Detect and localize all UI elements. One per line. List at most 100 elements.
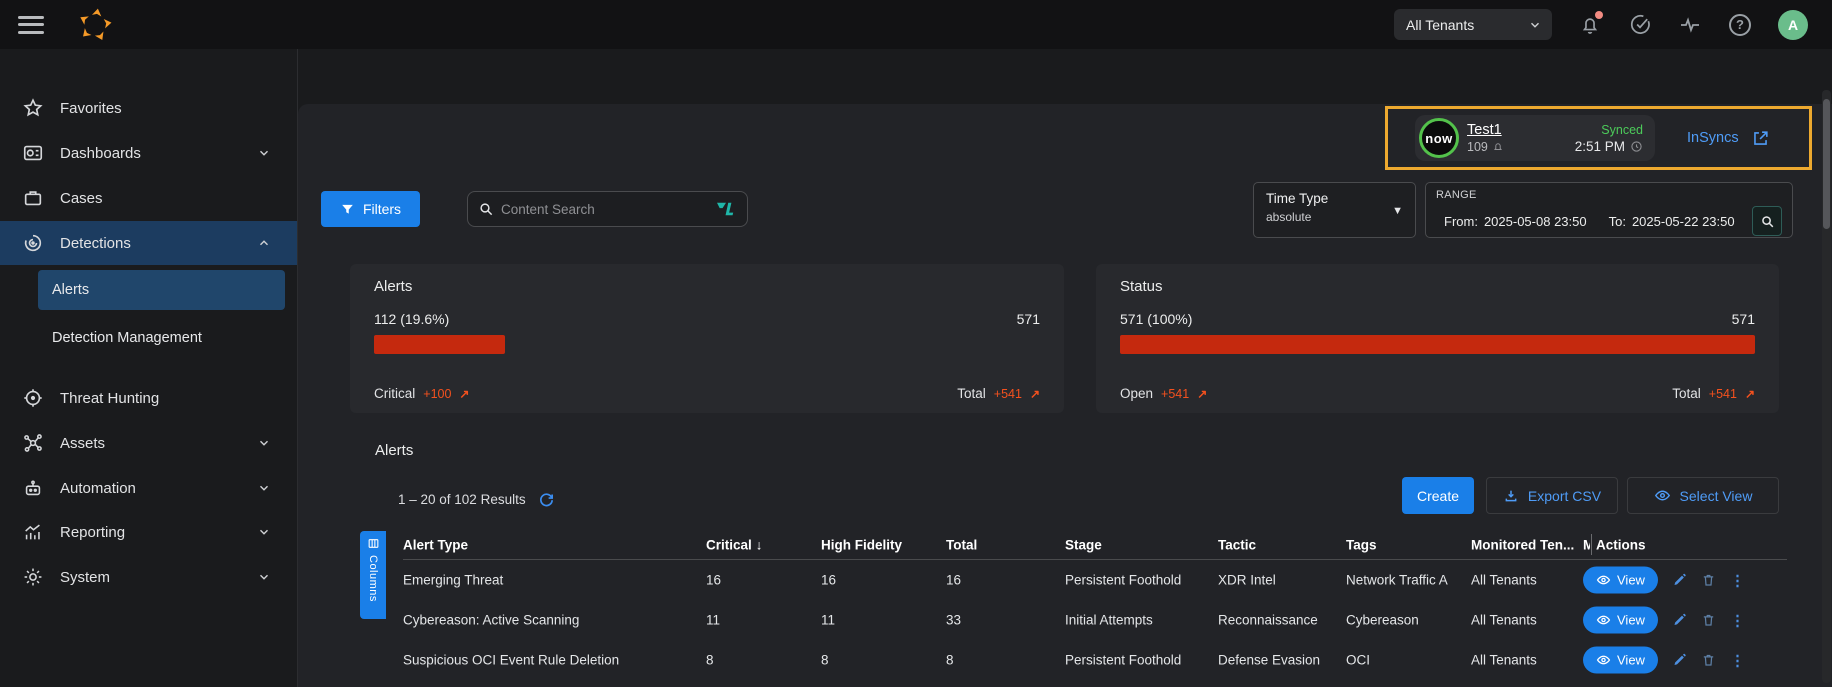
- sidebar-item-assets[interactable]: Assets: [0, 421, 297, 465]
- export-csv-button[interactable]: Export CSV: [1486, 477, 1618, 514]
- sync-count-value: 109: [1467, 140, 1488, 154]
- refresh-icon[interactable]: [538, 491, 555, 508]
- page-scrollbar: [1822, 90, 1831, 683]
- download-icon: [1503, 488, 1519, 504]
- filters-button-label: Filters: [363, 201, 401, 217]
- sync-name-link[interactable]: Test1: [1467, 122, 1504, 138]
- time-range-control[interactable]: RANGE From: 2025-05-08 23:50 To: 2025-05…: [1425, 182, 1793, 238]
- sidebar-subitem-alerts[interactable]: Alerts: [38, 270, 285, 310]
- select-view-button[interactable]: Select View: [1627, 477, 1779, 514]
- sidebar-item-cases[interactable]: Cases: [0, 176, 297, 220]
- sidebar-item-system[interactable]: System: [0, 555, 297, 599]
- export-csv-label: Export CSV: [1528, 488, 1601, 504]
- sidebar-item-favorites[interactable]: Favorites: [0, 86, 297, 130]
- insyncs-link[interactable]: InSyncs: [1687, 130, 1739, 146]
- sidebar-item-threat-hunting[interactable]: Threat Hunting: [0, 376, 297, 420]
- sidebar-item-automation[interactable]: Automation: [0, 466, 297, 510]
- edit-pencil-icon[interactable]: [1672, 573, 1687, 588]
- dropdown-arrow-icon: ▼: [1392, 205, 1403, 217]
- scrollbar-thumb[interactable]: [1823, 99, 1830, 229]
- range-from-value[interactable]: 2025-05-08 23:50: [1484, 214, 1587, 229]
- pinned-column-divider: [1591, 534, 1592, 555]
- filters-button[interactable]: Filters: [321, 191, 420, 227]
- edit-pencil-icon[interactable]: [1672, 653, 1687, 668]
- avatar-initial: A: [1788, 17, 1798, 33]
- tenant-selector-value: All Tenants: [1406, 17, 1474, 33]
- trend-up-icon: ↗: [1030, 387, 1040, 401]
- tasks-check-icon[interactable]: [1628, 13, 1652, 37]
- header-monitored-tenants[interactable]: Monitored Ten...: [1471, 537, 1577, 552]
- range-to-value[interactable]: 2025-05-22 23:50: [1632, 214, 1735, 229]
- cell-tags: Cybereason: [1346, 613, 1459, 628]
- notification-badge: [1595, 11, 1603, 19]
- sidebar-subitem-label: Detection Management: [52, 330, 202, 346]
- cell-tactic: Reconnaissance: [1218, 613, 1343, 628]
- search-icon: [1760, 214, 1775, 229]
- delta-value: +100: [423, 387, 451, 401]
- create-button[interactable]: Create: [1402, 477, 1474, 514]
- external-link-icon[interactable]: [1751, 129, 1770, 148]
- more-options-icon[interactable]: ⋮: [1730, 651, 1745, 669]
- content-search-input[interactable]: [501, 202, 708, 217]
- help-icon[interactable]: ?: [1728, 13, 1752, 37]
- sidebar-item-label: Threat Hunting: [60, 390, 159, 407]
- tenant-selector[interactable]: All Tenants: [1394, 9, 1552, 40]
- view-button[interactable]: View: [1583, 567, 1658, 594]
- card-right-value: 571: [1732, 311, 1755, 327]
- sync-time-value: 2:51 PM: [1575, 139, 1625, 154]
- header-total[interactable]: Total: [946, 537, 977, 552]
- time-type-dropdown[interactable]: Time Type absolute ▼: [1253, 182, 1416, 238]
- card-title: Alerts: [374, 278, 1040, 295]
- delta-value: +541: [1709, 387, 1737, 401]
- columns-button-label: Columns: [367, 555, 379, 602]
- header-high-fidelity[interactable]: High Fidelity: [821, 537, 902, 552]
- app-window: All Tenants ? A Favorites: [0, 0, 1832, 687]
- search-icon: [478, 201, 494, 217]
- sidebar-item-label: System: [60, 569, 110, 586]
- range-search-button[interactable]: [1752, 206, 1782, 236]
- more-options-icon[interactable]: ⋮: [1730, 571, 1745, 589]
- sidebar-nav: Favorites Dashboards Cases Detections Al…: [0, 49, 298, 687]
- results-summary: 1 – 20 of 102 Results: [398, 488, 555, 510]
- progress-bar-track: [374, 335, 1040, 354]
- header-stage[interactable]: Stage: [1065, 537, 1215, 552]
- progress-bar-fill: [374, 335, 505, 354]
- delete-trash-icon[interactable]: [1701, 573, 1716, 588]
- delete-trash-icon[interactable]: [1701, 613, 1716, 628]
- chevron-up-icon: [257, 236, 271, 250]
- activity-pulse-icon[interactable]: [1678, 13, 1702, 37]
- chevron-down-icon: [257, 481, 271, 495]
- table-row[interactable]: Cybereason: Active Scanning 11 11 33 Ini…: [403, 600, 1787, 640]
- view-button-label: View: [1617, 573, 1645, 588]
- table-row[interactable]: Suspicious OCI Event Rule Deletion 8 8 8…: [403, 640, 1787, 680]
- view-button[interactable]: View: [1583, 647, 1658, 674]
- cell-high-fidelity: 16: [821, 573, 836, 588]
- header-critical[interactable]: Critical↓: [706, 537, 763, 552]
- header-tactic[interactable]: Tactic: [1218, 537, 1343, 552]
- more-options-icon[interactable]: ⋮: [1730, 611, 1745, 629]
- columns-button[interactable]: Columns: [360, 531, 386, 619]
- edit-pencil-icon[interactable]: [1672, 613, 1687, 628]
- view-button[interactable]: View: [1583, 607, 1658, 634]
- sidebar-item-detections[interactable]: Detections: [0, 221, 297, 265]
- trend-up-icon: ↗: [459, 387, 469, 401]
- sidebar-item-reporting[interactable]: Reporting: [0, 510, 297, 554]
- network-nodes-icon: [22, 432, 44, 454]
- notifications-bell-icon[interactable]: [1578, 13, 1602, 37]
- robot-icon: [22, 477, 44, 499]
- star-icon: [22, 97, 44, 119]
- eye-icon: [1596, 613, 1611, 628]
- servicenow-logo-icon: now: [1419, 118, 1459, 158]
- menu-icon[interactable]: [18, 16, 44, 34]
- delete-trash-icon[interactable]: [1701, 653, 1716, 668]
- sidebar-subitem-detection-management[interactable]: Detection Management: [38, 318, 285, 358]
- view-button-label: View: [1617, 653, 1645, 668]
- sidebar-item-dashboards[interactable]: Dashboards: [0, 131, 297, 175]
- sidebar-item-label: Reporting: [60, 524, 125, 541]
- table-row[interactable]: Emerging Threat 16 16 16 Persistent Foot…: [403, 560, 1787, 600]
- header-tags[interactable]: Tags: [1346, 537, 1459, 552]
- query-language-icon[interactable]: [715, 200, 737, 218]
- cell-tactic: Defense Evasion: [1218, 653, 1343, 668]
- user-avatar[interactable]: A: [1778, 10, 1808, 40]
- header-alert-type[interactable]: Alert Type: [403, 537, 693, 552]
